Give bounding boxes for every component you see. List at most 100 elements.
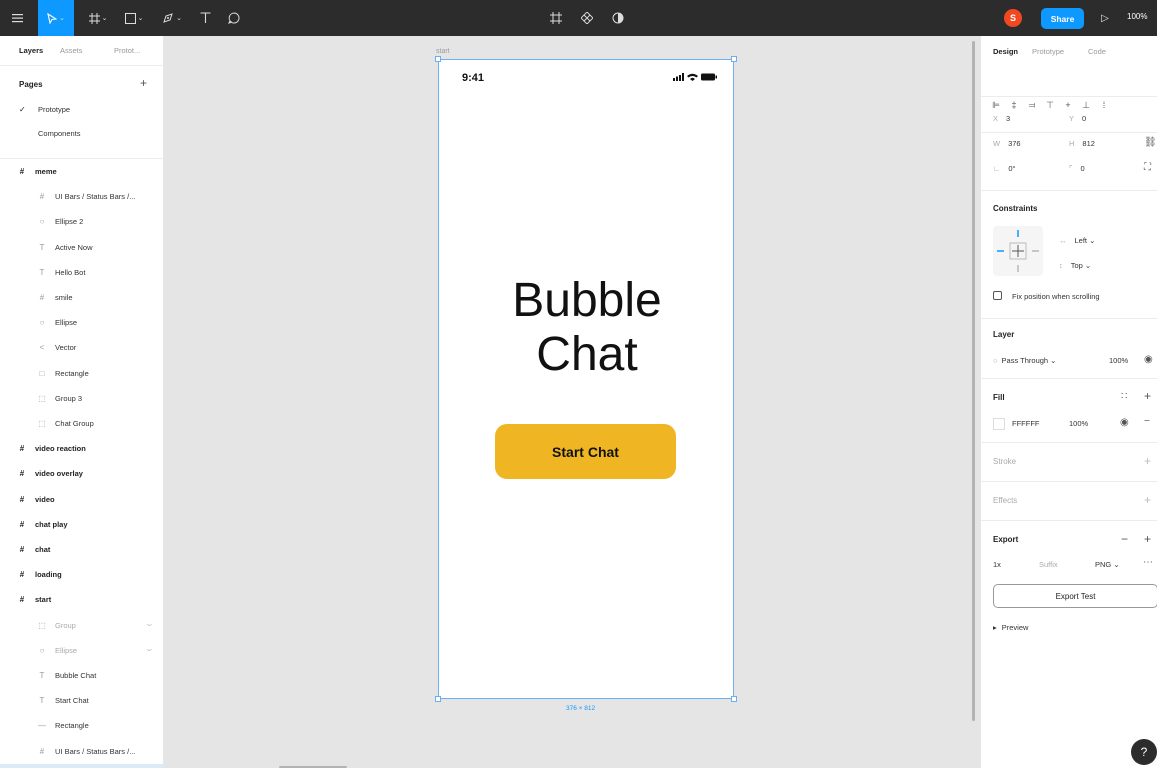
resize-handle[interactable] (731, 56, 737, 62)
add-export-icon[interactable]: + (1144, 532, 1151, 546)
remove-export-icon[interactable]: − (1121, 532, 1128, 546)
hidden-eye-icon[interactable]: ⌣ (147, 620, 152, 630)
layer-row[interactable]: T Hello Bot (0, 260, 163, 285)
layer-opacity-field[interactable]: 100% (1109, 356, 1128, 365)
zoom-level[interactable]: 100% (1127, 12, 1147, 21)
layer-row[interactable]: ⬚ Group 3 (0, 386, 163, 411)
blend-mode-select[interactable]: ○ Pass Through ⌄ (993, 356, 1056, 365)
tab-prototype[interactable]: Prototype (1032, 47, 1064, 56)
independent-corners-icon[interactable]: ⛶ (1144, 162, 1151, 173)
page-item-prototype[interactable]: Prototype (38, 105, 70, 114)
canvas[interactable]: start 9:41 Bubble Chat Start Chat 376 × … (164, 36, 980, 768)
layer-row[interactable]: # chat play (0, 512, 163, 537)
align-bottom-icon[interactable]: ⊥ (1081, 100, 1091, 111)
share-button[interactable]: Share (1041, 8, 1084, 29)
avatar[interactable]: S (1004, 9, 1022, 27)
align-left-icon[interactable]: ⊫ (991, 100, 1001, 111)
horizontal-constraint-select[interactable]: ↔ Left ⌄ (1059, 236, 1095, 245)
frame-tool-button[interactable]: ⌄ (84, 0, 112, 36)
app-title[interactable]: Bubble Chat (439, 274, 735, 382)
layer-row[interactable]: ⬚ Chat Group (0, 411, 163, 436)
tab-layers[interactable]: Layers (19, 46, 43, 55)
layer-row[interactable]: # loading (0, 562, 163, 587)
export-suffix-field[interactable]: Suffix (1039, 560, 1058, 569)
tab-assets[interactable]: Assets (60, 46, 83, 55)
layer-row[interactable]: # video reaction (0, 436, 163, 461)
comment-tool-button[interactable] (224, 0, 244, 36)
layer-row[interactable]: # UI Bars / Status Bars /... (0, 184, 163, 209)
style-grid-icon[interactable]: ∷ (1121, 391, 1127, 402)
move-tool-button[interactable]: ⌄ (38, 0, 74, 36)
frame-label[interactable]: start (436, 48, 450, 55)
contrast-icon[interactable] (607, 0, 629, 36)
export-scale-select[interactable]: 1x (993, 560, 1001, 569)
remove-fill-icon[interactable]: − (1144, 416, 1150, 427)
layer-row[interactable]: ○ Ellipse (0, 310, 163, 335)
layer-row[interactable]: # UI Bars / Status Bars /... (0, 739, 163, 764)
layer-row[interactable]: — Rectangle (0, 713, 163, 738)
fill-hex-field[interactable]: FFFFFF (1012, 419, 1040, 428)
eye-icon[interactable]: ◉ (1120, 417, 1129, 428)
help-button[interactable]: ? (1131, 739, 1157, 765)
tab-prototype-short[interactable]: Protot... (114, 46, 140, 55)
height-field[interactable]: H 812 (1069, 139, 1095, 148)
vertical-constraint-select[interactable]: ↕ Top ⌄ (1059, 261, 1091, 270)
frame-selection-icon[interactable] (545, 0, 567, 36)
constraints-widget[interactable] (993, 226, 1043, 276)
layer-row[interactable]: T Active Now (0, 235, 163, 260)
layer-row[interactable]: ⬚ Group ⌣ (0, 613, 163, 638)
layer-row[interactable]: # meme (0, 159, 163, 184)
vertical-scrollbar[interactable] (972, 41, 975, 721)
align-middle-icon[interactable]: + (1063, 100, 1073, 111)
add-stroke-icon[interactable]: + (1144, 454, 1151, 468)
preview-toggle[interactable]: ▸ Preview (993, 623, 1028, 632)
page-item-components[interactable]: Components (38, 129, 81, 138)
fill-opacity-field[interactable]: 100% (1069, 419, 1088, 428)
tab-design[interactable]: Design (993, 47, 1018, 56)
layer-row[interactable]: □ Rectangle (0, 361, 163, 386)
layer-row[interactable]: # start (0, 587, 163, 612)
add-fill-icon[interactable]: + (1144, 389, 1151, 403)
corner-radius-field[interactable]: ⌜ 0 (1069, 164, 1085, 173)
shape-tool-button[interactable]: ⌄ (120, 0, 148, 36)
rotation-field[interactable]: ∟ 0° (993, 164, 1016, 173)
layer-row[interactable]: T Start Chat (0, 688, 163, 713)
layer-row[interactable]: < Vector (0, 335, 163, 360)
more-options-icon[interactable]: ⋯ (1143, 557, 1153, 568)
layer-row[interactable]: # video overlay (0, 461, 163, 486)
component-icon[interactable] (576, 0, 598, 36)
align-top-icon[interactable]: ⊤ (1045, 100, 1055, 111)
resize-handle[interactable] (435, 696, 441, 702)
start-chat-button[interactable]: Start Chat (495, 424, 676, 479)
add-effect-icon[interactable]: + (1144, 493, 1151, 507)
tab-code[interactable]: Code (1088, 47, 1106, 56)
export-format-select[interactable]: PNG ⌄ (1095, 560, 1120, 569)
layer-row[interactable]: # chat (0, 537, 163, 562)
x-field[interactable]: X3 (993, 114, 1010, 123)
hidden-eye-icon[interactable]: ⌣ (147, 645, 152, 655)
layer-row[interactable]: ▯Test (0, 763, 163, 768)
resize-handle[interactable] (731, 696, 737, 702)
resize-handle[interactable] (435, 56, 441, 62)
present-play-icon[interactable]: ▷ (1096, 0, 1114, 36)
add-page-icon[interactable]: + (140, 76, 147, 90)
layer-row[interactable]: T Bubble Chat (0, 663, 163, 688)
layer-row[interactable]: ○ Ellipse 2 (0, 209, 163, 234)
export-button[interactable]: Export Test (993, 584, 1157, 608)
constrain-proportions-icon[interactable]: ⛓ (1144, 137, 1157, 148)
distribute-icon[interactable]: ⁞ (1099, 100, 1109, 111)
y-field[interactable]: Y0 (1069, 114, 1086, 123)
layer-row[interactable]: # video (0, 487, 163, 512)
width-field[interactable]: W 376 (993, 139, 1021, 148)
layer-row[interactable]: ○ Ellipse ⌣ (0, 638, 163, 663)
layer-row[interactable]: # smile (0, 285, 163, 310)
text-tool-button[interactable] (196, 0, 214, 36)
align-right-icon[interactable]: ⫤ (1027, 100, 1037, 111)
start-frame[interactable]: 9:41 Bubble Chat Start Chat (435, 56, 737, 702)
align-center-icon[interactable]: ‡ (1009, 100, 1019, 111)
eye-icon[interactable]: ◉ (1144, 354, 1153, 365)
fix-position-checkbox[interactable] (993, 291, 1002, 300)
pen-tool-button[interactable]: ⌄ (158, 0, 186, 36)
fill-color-swatch[interactable] (993, 418, 1005, 430)
main-menu-icon[interactable] (6, 0, 28, 36)
